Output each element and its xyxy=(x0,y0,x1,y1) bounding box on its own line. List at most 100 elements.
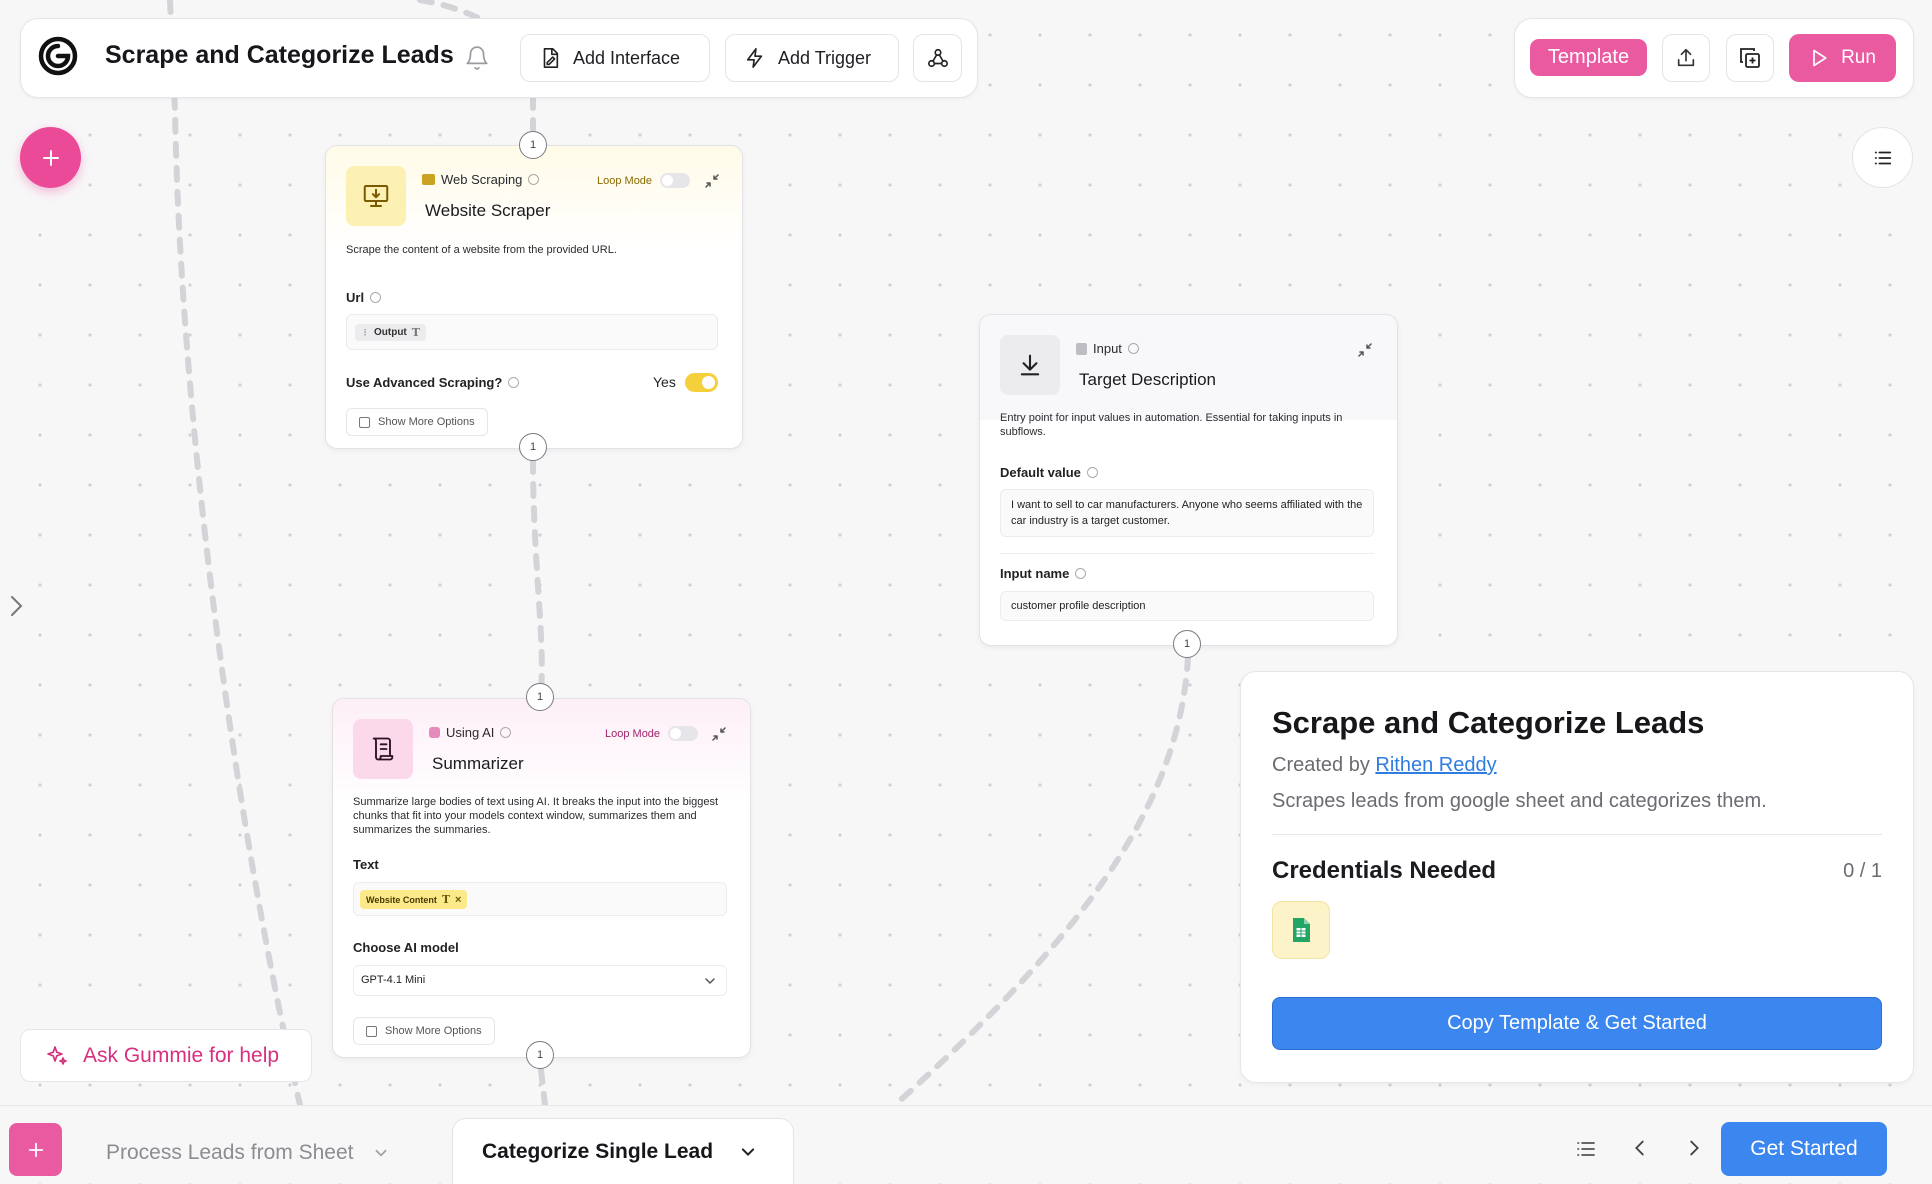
ask-gummie-label: Ask Gummie for help xyxy=(83,1043,280,1067)
webhook-button[interactable] xyxy=(913,34,962,82)
input-name-field[interactable]: customer profile description xyxy=(1000,591,1374,621)
node-category-label: Web Scraping xyxy=(441,172,523,187)
add-trigger-label: Add Trigger xyxy=(778,47,872,68)
loop-mode-toggle[interactable] xyxy=(668,726,699,741)
input-handle-badge[interactable]: 1 xyxy=(519,131,547,159)
show-more-options-button[interactable]: Show More Options xyxy=(346,408,488,436)
list-icon[interactable] xyxy=(1574,1137,1598,1161)
input-name-text: Input name xyxy=(1000,566,1070,581)
target-description-node[interactable]: Input Target Description Entry point for… xyxy=(979,314,1398,646)
help-icon[interactable] xyxy=(500,727,512,738)
node-description: Summarize large bodies of text using AI.… xyxy=(353,796,719,836)
loop-mode: Loop Mode xyxy=(597,173,691,188)
add-interface-label: Add Interface xyxy=(573,47,681,68)
add-interface-button[interactable]: Add Interface xyxy=(520,34,710,82)
bell-icon[interactable] xyxy=(464,45,490,71)
template-description: Scrapes leads from google sheet and cate… xyxy=(1272,790,1767,812)
chevron-right-icon[interactable] xyxy=(1683,1137,1705,1159)
url-field[interactable]: ⋮ Output T xyxy=(346,314,718,350)
share-button[interactable] xyxy=(1662,34,1710,82)
node-category: Using AI xyxy=(429,725,512,740)
help-icon[interactable] xyxy=(370,292,382,303)
model-select-value: GPT-4.1 Mini xyxy=(361,974,426,986)
text-type-icon: T xyxy=(411,326,420,339)
tab-process-leads-from-sheet[interactable]: Process Leads from Sheet xyxy=(106,1141,389,1165)
author-link[interactable]: Rithen Reddy xyxy=(1375,754,1496,776)
expand-sidebar-chevron-icon[interactable] xyxy=(8,593,26,619)
website-scraper-node[interactable]: Web Scraping Website Scraper Loop Mode S… xyxy=(325,145,743,449)
help-icon[interactable] xyxy=(1086,467,1098,478)
run-button[interactable]: Run xyxy=(1789,34,1896,82)
node-title: Target Description xyxy=(1079,370,1217,389)
text-chip-label: Website Content xyxy=(366,894,437,905)
output-handle-badge[interactable]: 1 xyxy=(526,1041,554,1069)
scroll-icon xyxy=(353,719,413,779)
advanced-scraping-toggle[interactable] xyxy=(685,373,718,392)
node-description: Entry point for input values in automati… xyxy=(1000,412,1343,438)
duplicate-button[interactable] xyxy=(1726,34,1774,82)
template-badge[interactable]: Template xyxy=(1530,39,1647,76)
node-list-button[interactable] xyxy=(1852,127,1913,188)
help-icon[interactable] xyxy=(528,174,540,185)
loop-mode-toggle[interactable] xyxy=(660,173,691,188)
help-icon[interactable] xyxy=(1075,568,1087,579)
collapse-icon[interactable] xyxy=(712,727,726,741)
input-name-label: Input name xyxy=(1000,566,1087,581)
google-sheets-credential[interactable] xyxy=(1272,901,1330,959)
model-label: Choose AI model xyxy=(353,940,459,955)
help-icon[interactable] xyxy=(1127,343,1139,354)
divider xyxy=(1272,834,1882,835)
show-more-label: Show More Options xyxy=(378,416,475,428)
node-category-label: Using AI xyxy=(446,725,495,740)
default-value-label: Default value xyxy=(1000,465,1098,480)
url-label: Url xyxy=(346,290,382,305)
summarizer-node[interactable]: Using AI Summarizer Loop Mode Summarize … xyxy=(332,698,751,1058)
monitor-download-icon xyxy=(346,166,406,226)
node-category: Input xyxy=(1076,341,1139,356)
upload-icon xyxy=(1675,47,1697,69)
template-title: Scrape and Categorize Leads xyxy=(1272,705,1705,740)
default-value-field[interactable]: I want to sell to car manufacturers. Any… xyxy=(1000,489,1374,537)
show-more-label: Show More Options xyxy=(385,1025,482,1037)
remove-chip-icon[interactable]: × xyxy=(455,894,461,906)
url-chip-label: Output xyxy=(374,327,407,338)
text-field[interactable]: Website Content T × xyxy=(353,882,727,916)
output-handle-badge[interactable]: 1 xyxy=(519,433,547,461)
created-by-prefix: Created by xyxy=(1272,754,1370,776)
app-title: Scrape and Categorize Leads xyxy=(105,41,454,69)
chevron-left-icon[interactable] xyxy=(1629,1137,1651,1159)
download-icon xyxy=(1000,335,1060,395)
web-scraping-icon xyxy=(422,174,435,185)
input-handle-badge[interactable]: 1 xyxy=(526,683,554,711)
advanced-scraping-value: Yes xyxy=(653,374,676,390)
advanced-scraping-label: Use Advanced Scraping? xyxy=(346,375,520,390)
copy-template-button[interactable]: Copy Template & Get Started xyxy=(1272,997,1882,1050)
chevron-down-icon xyxy=(739,1143,757,1161)
url-variable-chip[interactable]: ⋮ Output T xyxy=(355,324,426,341)
add-node-button[interactable] xyxy=(20,127,81,188)
add-trigger-button[interactable]: Add Trigger xyxy=(725,34,899,82)
text-variable-chip[interactable]: Website Content T × xyxy=(360,890,468,909)
gumloop-logo-icon[interactable] xyxy=(36,34,80,78)
credentials-count: 0 / 1 xyxy=(1843,860,1882,882)
tab-categorize-single-lead[interactable]: Categorize Single Lead xyxy=(452,1118,794,1184)
sparkle-icon xyxy=(45,1044,69,1068)
options-icon xyxy=(366,1025,377,1037)
play-icon xyxy=(1809,48,1829,68)
model-select[interactable]: GPT-4.1 Mini xyxy=(353,965,727,996)
google-sheets-icon xyxy=(1292,918,1310,942)
drag-handle-icon: ⋮ xyxy=(361,328,369,337)
node-description: Scrape the content of a website from the… xyxy=(346,244,617,256)
ask-gummie-button[interactable]: Ask Gummie for help xyxy=(20,1029,312,1082)
ai-icon xyxy=(429,727,440,738)
collapse-icon[interactable] xyxy=(705,174,719,188)
tab-label: Process Leads from Sheet xyxy=(106,1141,354,1164)
output-handle-badge[interactable]: 1 xyxy=(1173,630,1201,658)
collapse-icon[interactable] xyxy=(1358,343,1372,357)
get-started-button[interactable]: Get Started xyxy=(1721,1122,1887,1176)
plus-icon xyxy=(27,1141,45,1159)
show-more-options-button[interactable]: Show More Options xyxy=(353,1017,495,1045)
help-icon[interactable] xyxy=(508,377,520,388)
node-title: Summarizer xyxy=(432,754,524,773)
add-subflow-button[interactable] xyxy=(9,1123,62,1176)
